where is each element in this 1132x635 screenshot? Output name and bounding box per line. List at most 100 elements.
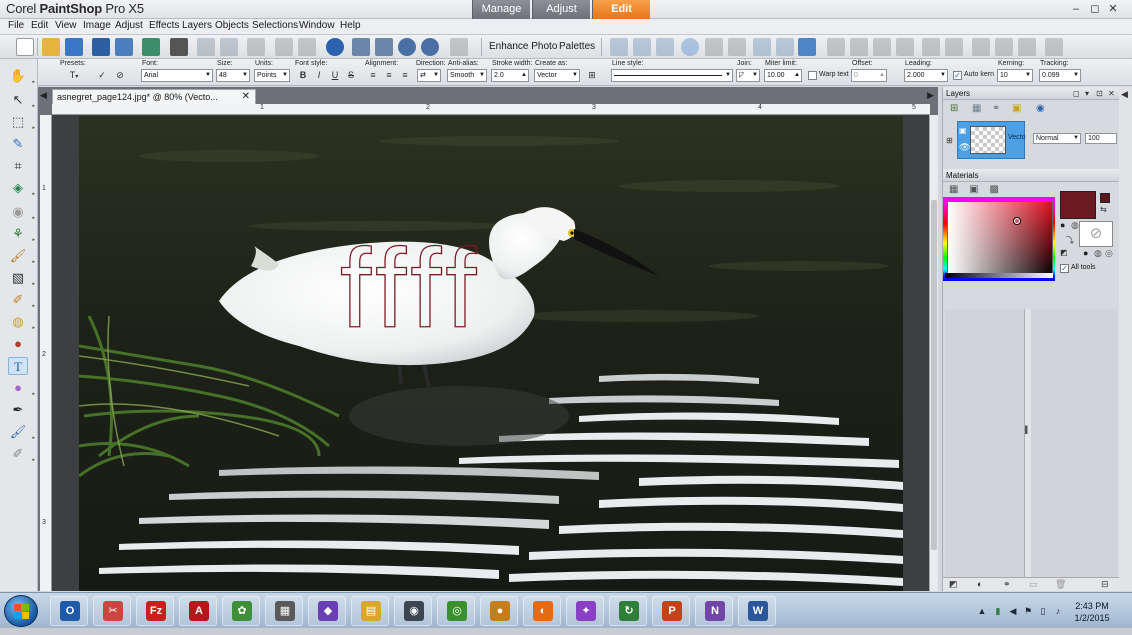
print-icon[interactable] <box>170 38 188 56</box>
redo-icon[interactable] <box>220 38 238 56</box>
tab-manage[interactable]: Manage <box>472 0 530 19</box>
dodge-tool-icon[interactable]: ▧ ▸ <box>8 269 35 287</box>
camera-taskbar-button[interactable]: ◉ <box>394 596 432 626</box>
eraser-tool-icon[interactable]: ✐ ▸ <box>8 291 35 309</box>
powerpoint-taskbar-button[interactable]: P <box>652 596 690 626</box>
palette-menu-icon[interactable]: ⊟ <box>1101 579 1109 590</box>
explorer-taskbar-button[interactable]: ▤ <box>351 596 389 626</box>
align-left-icon[interactable]: ≡ <box>366 69 380 82</box>
layer-opacity-field[interactable]: 100 <box>1085 133 1117 144</box>
menu-edit[interactable]: Edit <box>31 20 48 31</box>
fill-tool-icon[interactable]: ◍ ▸ <box>8 313 35 331</box>
media-app-taskbar-button[interactable]: ● <box>480 596 518 626</box>
frame-icon[interactable] <box>1045 38 1063 56</box>
create-as-select[interactable]: Vector ▼ <box>534 69 580 82</box>
foreground-color-swatch[interactable] <box>1060 191 1096 219</box>
tab-scroll-right-icon[interactable]: ▶ <box>927 90 934 101</box>
kerning-input[interactable]: 10 ▼ <box>997 69 1033 82</box>
zoom-in-icon[interactable] <box>421 38 439 56</box>
crop-tool-icon[interactable]: ⌗ <box>8 157 28 175</box>
image-canvas[interactable]: ffff <box>52 115 930 591</box>
menu-view[interactable]: View <box>55 20 77 31</box>
volume-icon[interactable]: ◀ <box>1008 606 1018 616</box>
share-icon[interactable] <box>142 38 160 56</box>
menu-selections[interactable]: Selections <box>252 20 298 31</box>
panel-dropdown-icon[interactable]: ▾ <box>1085 87 1089 100</box>
direction-select[interactable]: ⇄ ▼ <box>417 69 441 82</box>
grid-icon[interactable] <box>753 38 771 56</box>
minimize-icon[interactable]: – <box>1069 2 1083 16</box>
art-brush-tool-icon[interactable]: 🖌 ▸ <box>8 423 35 441</box>
color-picker[interactable] <box>947 201 1053 277</box>
tracking-input[interactable]: 0.099 ▼ <box>1039 69 1081 82</box>
duplicate-icon[interactable] <box>450 38 468 56</box>
layer-tool-icon[interactable] <box>633 38 651 56</box>
layer-adjust-icon[interactable]: ◐ <box>977 579 982 589</box>
blend-mode-select[interactable]: Normal ▼ <box>1033 133 1081 144</box>
swap-materials-icon[interactable]: ⤵ <box>1066 235 1074 246</box>
red-eye-tool-icon[interactable]: ◉ ▸ <box>8 203 35 221</box>
palettes-button[interactable]: Palettes <box>559 41 595 52</box>
zoom-out-icon[interactable] <box>398 38 416 56</box>
selection-tool-icon[interactable]: ⬚ ▸ <box>8 113 35 131</box>
menu-help[interactable]: Help <box>340 20 361 31</box>
effect-icon[interactable] <box>922 38 940 56</box>
bg-pattern-style-icon[interactable]: ◎ <box>1105 248 1113 259</box>
snipping-tool-taskbar-button[interactable]: ✂ <box>93 596 131 626</box>
effect-icon[interactable] <box>873 38 891 56</box>
link-icon[interactable]: ⚭ <box>992 103 1000 114</box>
wrench-icon[interactable] <box>705 38 723 56</box>
swatches-tab-icon[interactable]: ▩ <box>989 184 998 195</box>
layer-delete-icon[interactable]: 🗑 <box>1055 579 1066 590</box>
swap-colors-icon[interactable]: ⇆ <box>1100 205 1107 214</box>
dropper-tool-icon[interactable]: ✎ <box>8 135 28 153</box>
layer-mask-icon[interactable]: ▦ <box>972 103 981 114</box>
fit-window-icon[interactable] <box>352 38 370 56</box>
outlook-taskbar-button[interactable]: O <box>50 596 88 626</box>
guides-icon[interactable] <box>776 38 794 56</box>
user-icon[interactable] <box>1018 38 1036 56</box>
straighten-tool-icon[interactable]: ◈ ▸ <box>8 179 35 197</box>
corel-paintshop-taskbar-button[interactable]: ✿ <box>222 596 260 626</box>
onenote-taskbar-button[interactable]: N <box>695 596 733 626</box>
warp-text-checkbox[interactable] <box>808 71 817 80</box>
tab-scroll-left-icon[interactable]: ◀ <box>40 90 47 101</box>
align-right-icon[interactable]: ≡ <box>398 69 412 82</box>
color-replacer-tool-icon[interactable]: ● <box>8 335 28 353</box>
globe-icon[interactable] <box>681 38 699 56</box>
palette-collapse-icon[interactable]: ◀ <box>1121 89 1128 100</box>
layer-visibility-icon[interactable]: 👁 <box>959 142 970 153</box>
underline-button[interactable]: U <box>328 69 342 82</box>
menu-layers[interactable]: Layers <box>182 20 212 31</box>
start-button[interactable] <box>4 595 38 627</box>
firefox-taskbar-button[interactable]: ◐ <box>523 596 561 626</box>
texture-swatch[interactable]: ⊘ <box>1079 221 1113 247</box>
line-style-select[interactable]: ▼ <box>611 69 733 82</box>
panel-pin-icon[interactable]: ⊡ <box>1096 87 1103 100</box>
clock-date[interactable]: 1/2/2015 <box>1068 613 1116 623</box>
save-icon[interactable] <box>92 38 110 56</box>
pen-tool-icon[interactable]: ✒ <box>8 401 28 419</box>
new-file-icon[interactable] <box>16 38 34 56</box>
photo-viewer-taskbar-button[interactable]: ▦ <box>265 596 303 626</box>
miter-limit-input[interactable]: 10.00 ▲ <box>764 69 802 82</box>
close-icon[interactable]: ✕ <box>1106 2 1120 16</box>
user-icon[interactable] <box>995 38 1013 56</box>
chrome-taskbar-button[interactable]: ◎ <box>437 596 475 626</box>
document-tab[interactable]: asnegret_page124.jpg* @ 80% (Vecto... ✕ <box>52 89 256 104</box>
effect-icon[interactable] <box>850 38 868 56</box>
text-tool-icon[interactable]: T <box>8 357 28 375</box>
menu-adjust[interactable]: Adjust <box>115 20 143 31</box>
art-eraser-tool-icon[interactable]: ✐ ▸ <box>8 445 35 463</box>
picasa-taskbar-button[interactable]: ✦ <box>566 596 604 626</box>
pan-tool-icon[interactable]: ✋ ▸ <box>8 67 35 85</box>
pick-tool-icon[interactable]: ↖ ▸ <box>8 91 35 109</box>
open-folder-icon[interactable] <box>42 38 60 56</box>
effect-icon[interactable] <box>827 38 845 56</box>
layer-new-icon[interactable]: ◩ <box>949 579 958 590</box>
show-hidden-icons-icon[interactable]: ▲ <box>977 606 987 616</box>
effect-icon[interactable] <box>945 38 963 56</box>
offset-input[interactable]: 0 ▲ <box>851 69 887 82</box>
frame-tab-icon[interactable]: ▦ <box>949 184 958 195</box>
undo-icon[interactable] <box>197 38 215 56</box>
